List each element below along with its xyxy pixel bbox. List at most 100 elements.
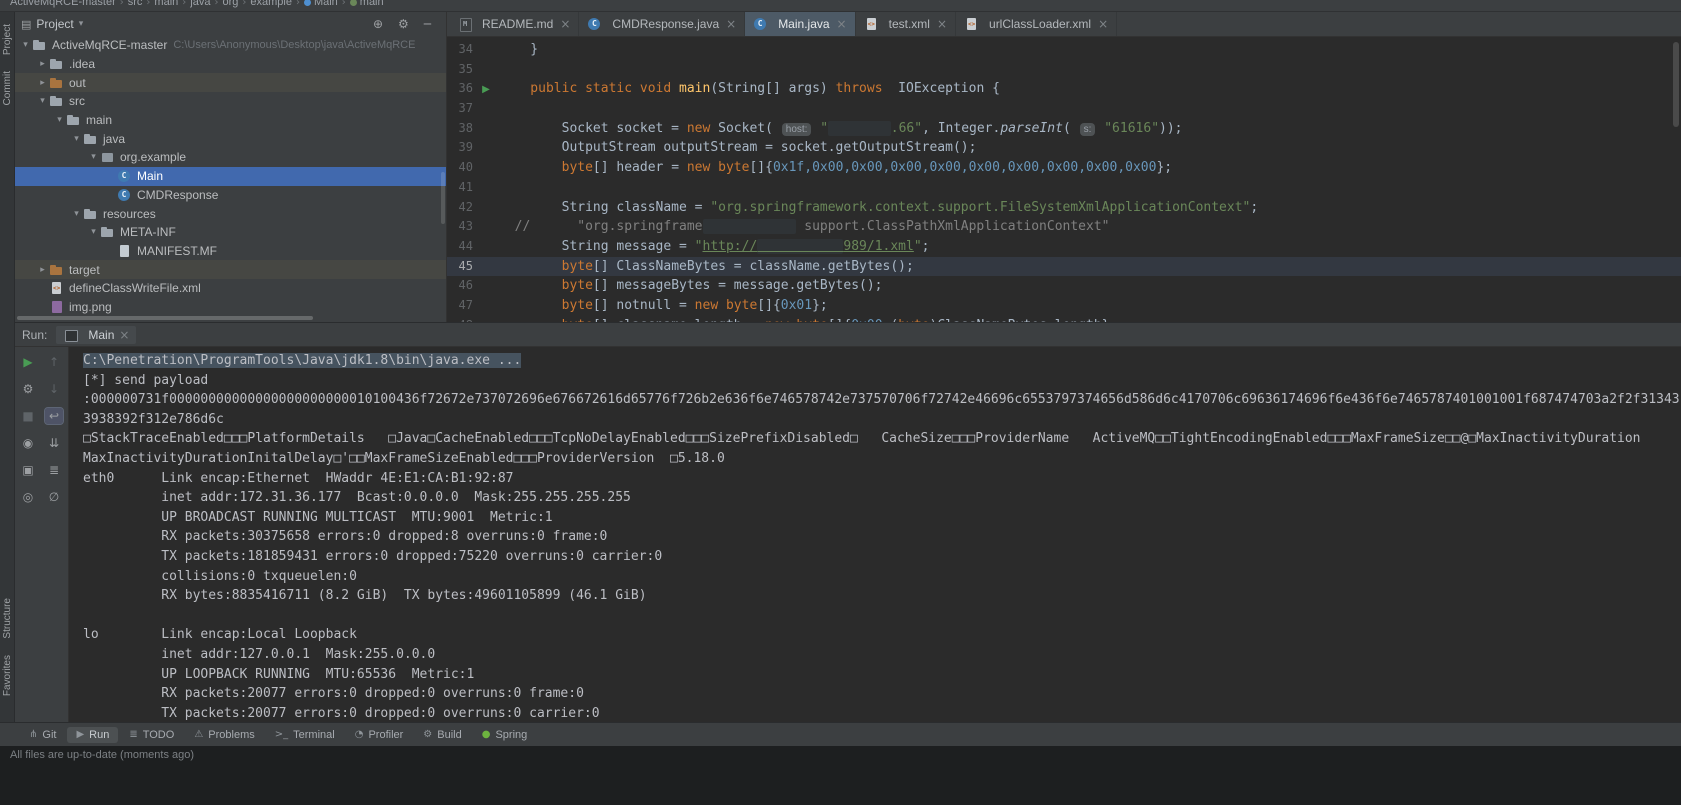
tab-urlclassloader-xml[interactable]: urlClassLoader.xml× (956, 12, 1117, 36)
hide-panel-icon[interactable]: ─ (424, 17, 431, 31)
run-icon: ▶ (76, 729, 84, 740)
chevron-expanded-icon[interactable]: ▾ (87, 227, 100, 237)
print-icon[interactable]: ≣ (45, 462, 63, 478)
folder-icon (83, 207, 99, 221)
restore-layout-icon[interactable]: ▣ (19, 462, 37, 478)
stripe-tab-commit[interactable]: Commit (2, 71, 13, 105)
breadcrumb-item-main[interactable]: main (350, 0, 384, 8)
code-area[interactable]: 34 }3536▶ public static void main(String… (447, 37, 1681, 322)
scroll-to-end-icon[interactable]: ⇊ (45, 435, 63, 451)
run-tab-main[interactable]: Main × (56, 326, 136, 344)
statusbar-item-profiler[interactable]: ◔Profiler (346, 727, 413, 743)
tree-item-out[interactable]: ▸out (15, 73, 446, 92)
stripe-tab-project[interactable]: Project (2, 24, 13, 55)
class-file-icon (587, 17, 603, 31)
class-icon (117, 188, 133, 202)
line-number: 36 (447, 79, 473, 99)
tab-test-xml[interactable]: test.xml× (856, 12, 956, 36)
pin-icon[interactable]: ◎ (19, 489, 37, 505)
tab-label: CMDResponse.java (612, 17, 719, 31)
chevron-collapsed-icon[interactable]: ▸ (36, 265, 49, 275)
tree-item-src[interactable]: ▾src (15, 92, 446, 111)
tree-item-resources[interactable]: ▾resources (15, 204, 446, 223)
tree-item-java[interactable]: ▾java (15, 129, 446, 148)
tree-item-org-example[interactable]: ▾ org.example (15, 148, 446, 167)
code-text (499, 99, 1681, 119)
stripe-tab-structure[interactable]: Structure (2, 598, 13, 639)
editor-scrollbar[interactable] (1673, 42, 1679, 127)
code-line: 40 byte[] header = new byte[]{0x1f,0x00,… (447, 158, 1681, 178)
tree-item-meta-inf[interactable]: ▾META-INF (15, 223, 446, 242)
tree-item-activemqrce-master[interactable]: ▾ActiveMqRCE-masterC:\Users\Anonymous\De… (15, 36, 446, 55)
tree-item-main[interactable]: ▾main (15, 111, 446, 130)
chevron-expanded-icon[interactable]: ▾ (87, 152, 100, 162)
tab-readme-md[interactable]: README.md× (449, 12, 579, 36)
clear-all-icon[interactable]: ∅ (45, 489, 63, 505)
breadcrumb-separator-icon: › (242, 0, 246, 8)
run-line-icon[interactable]: ▶ (482, 84, 490, 95)
chevron-expanded-icon[interactable]: ▾ (70, 134, 83, 144)
tree-item-idea[interactable]: ▸ .idea (15, 55, 446, 74)
breadcrumb-separator-icon: › (296, 0, 300, 8)
wrench-icon[interactable]: ⚙ (19, 381, 37, 397)
tree-item-defineclasswritefile-xml[interactable]: defineClassWriteFile.xml (15, 279, 446, 298)
tree-item-label: .idea (69, 57, 101, 71)
tab-close-icon[interactable]: × (937, 17, 947, 31)
stop-button[interactable]: ■ (19, 408, 37, 424)
close-icon[interactable]: × (119, 328, 129, 342)
locate-icon[interactable]: ⊕ (373, 17, 383, 31)
breadcrumb-item-java[interactable]: java (190, 0, 210, 8)
chevron-expanded-icon[interactable]: ▾ (19, 40, 32, 50)
vertical-scrollbar[interactable] (441, 172, 445, 224)
run-console[interactable]: C:\Penetration\ProgramTools\Java\jdk1.8\… (69, 347, 1681, 722)
up-the-stack-trace-icon[interactable]: ↑ (45, 354, 63, 370)
breadcrumb-item-src[interactable]: src (128, 0, 143, 8)
chevron-down-icon[interactable]: ▾ (79, 19, 84, 29)
tree-item-img-png[interactable]: img.png (15, 298, 446, 317)
breadcrumb-item-main[interactable]: Main (304, 0, 338, 8)
breadcrumb-separator-icon: › (182, 0, 186, 8)
breadcrumb-item-example[interactable]: example (250, 0, 292, 8)
tree-item-target[interactable]: ▸target (15, 260, 446, 279)
rerun-button[interactable]: ▶ (19, 354, 37, 370)
soft-wrap-toggle[interactable]: ↩ (45, 408, 63, 424)
breadcrumb-item-org[interactable]: org (222, 0, 238, 8)
breadcrumb-item-main[interactable]: main (154, 0, 178, 8)
tab-close-icon[interactable]: × (1098, 17, 1108, 31)
project-panel-title[interactable]: Project (36, 17, 73, 31)
tree-item-main[interactable]: Main (15, 167, 446, 186)
tab-close-icon[interactable]: × (837, 17, 847, 31)
tab-cmdresponse-java[interactable]: CMDResponse.java × (579, 12, 745, 36)
tree-item-cmdresponse[interactable]: CMDResponse (15, 186, 446, 205)
editor: README.md×CMDResponse.java×Main.java×tes… (447, 12, 1681, 322)
chevron-expanded-icon[interactable]: ▾ (53, 115, 66, 125)
tree-item-manifest-mf[interactable]: MANIFEST.MF (15, 242, 446, 261)
thread-dump-icon[interactable]: ◉ (19, 435, 37, 451)
tree-item-label: MANIFEST.MF (137, 244, 223, 258)
tab-close-icon[interactable]: × (726, 17, 736, 31)
chevron-collapsed-icon[interactable]: ▸ (36, 78, 49, 88)
down-the-stack-trace-icon[interactable]: ↓ (45, 381, 63, 397)
statusbar-item-terminal[interactable]: >_Terminal (266, 727, 344, 743)
chevron-expanded-icon[interactable]: ▾ (36, 96, 49, 106)
statusbar-item-todo[interactable]: ≣TODO (120, 727, 183, 743)
statusbar-item-spring[interactable]: ●Spring (473, 727, 537, 743)
statusbar-item-git[interactable]: ⋔Git (20, 727, 65, 743)
code-line: 41 (447, 178, 1681, 198)
tab-close-icon[interactable]: × (560, 17, 570, 31)
ide-window: ActiveMqRCE-master›src›main›java›org›exa… (0, 0, 1681, 805)
chevron-expanded-icon[interactable]: ▾ (70, 209, 83, 219)
console-line (83, 606, 1681, 626)
tree-item-label: ActiveMqRCE-master (52, 38, 173, 52)
statusbar-item-build[interactable]: ⚙Build (414, 727, 470, 743)
gear-icon[interactable]: ⚙ (398, 17, 409, 31)
tab-main-java[interactable]: Main.java× (745, 12, 855, 36)
chevron-collapsed-icon[interactable]: ▸ (36, 59, 49, 69)
statusbar-item-run[interactable]: ▶Run (67, 727, 118, 743)
statusbar-item-problems[interactable]: ⚠Problems (185, 727, 263, 743)
stripe-tab-favorites[interactable]: Favorites (2, 655, 13, 696)
tool-stripe-bottom: Structure Favorites (2, 590, 13, 704)
tree-item-label: org.example (120, 150, 192, 164)
horizontal-scrollbar[interactable] (17, 316, 313, 320)
breadcrumb-item-activemqrce-master[interactable]: ActiveMqRCE-master (10, 0, 116, 8)
